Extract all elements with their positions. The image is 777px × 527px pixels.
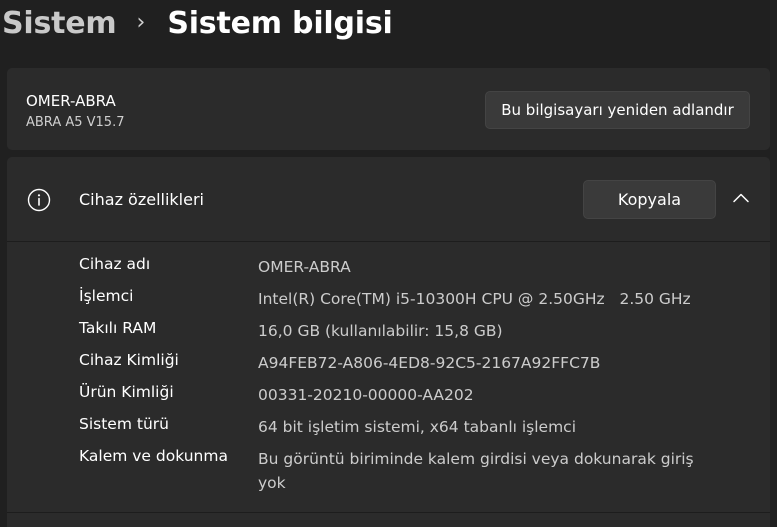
breadcrumb: Sistem › Sistem bilgisi (2, 0, 393, 46)
device-model: ABRA A5 V15.7 (26, 115, 125, 130)
device-specs-card: Cihaz özellikleri Kopyala Cihaz adı OMER… (7, 157, 770, 527)
spec-label: Sistem türü (79, 415, 169, 433)
device-specs-title: Cihaz özellikleri (79, 190, 204, 209)
spec-value: 16,0 GB (kullanılabilir: 15,8 GB) (258, 322, 503, 340)
spec-label: İşlemci (79, 287, 134, 305)
device-specs-header[interactable]: Cihaz özellikleri Kopyala (7, 157, 770, 242)
spec-label: Cihaz Kimliği (79, 351, 179, 369)
spec-value: Intel(R) Core(TM) i5-10300H CPU @ 2.50GH… (258, 290, 691, 308)
spec-label: Kalem ve dokunma (79, 447, 228, 465)
spec-value: A94FEB72-A806-4ED8-92C5-2167A92FFC7B (258, 354, 601, 372)
system-info-page: Sistem › Sistem bilgisi OMER-ABRA ABRA A… (0, 0, 777, 527)
chevron-up-icon[interactable] (731, 191, 751, 205)
device-name-card: OMER-ABRA ABRA A5 V15.7 Bu bilgisayarı y… (7, 68, 770, 150)
spec-value: Bu görüntü biriminde kalem girdisi veya … (258, 450, 694, 492)
spec-label: Ürün Kimliği (79, 383, 174, 401)
spec-value: 64 bit işletim sistemi, x64 tabanlı işle… (258, 418, 577, 436)
info-icon (27, 188, 51, 212)
page-title: Sistem bilgisi (167, 5, 393, 41)
spec-label: Cihaz adı (79, 255, 151, 273)
rename-pc-button[interactable]: Bu bilgisayarı yeniden adlandır (485, 91, 750, 129)
copy-button[interactable]: Kopyala (583, 180, 716, 219)
spec-label: Takılı RAM (79, 319, 157, 337)
breadcrumb-parent-link[interactable]: Sistem (2, 6, 117, 41)
device-name: OMER-ABRA (26, 92, 116, 110)
chevron-right-icon: › (136, 9, 146, 35)
spec-value: OMER-ABRA (258, 258, 351, 276)
spec-value: 00331-20210-00000-AA202 (258, 386, 474, 404)
divider (7, 512, 770, 513)
